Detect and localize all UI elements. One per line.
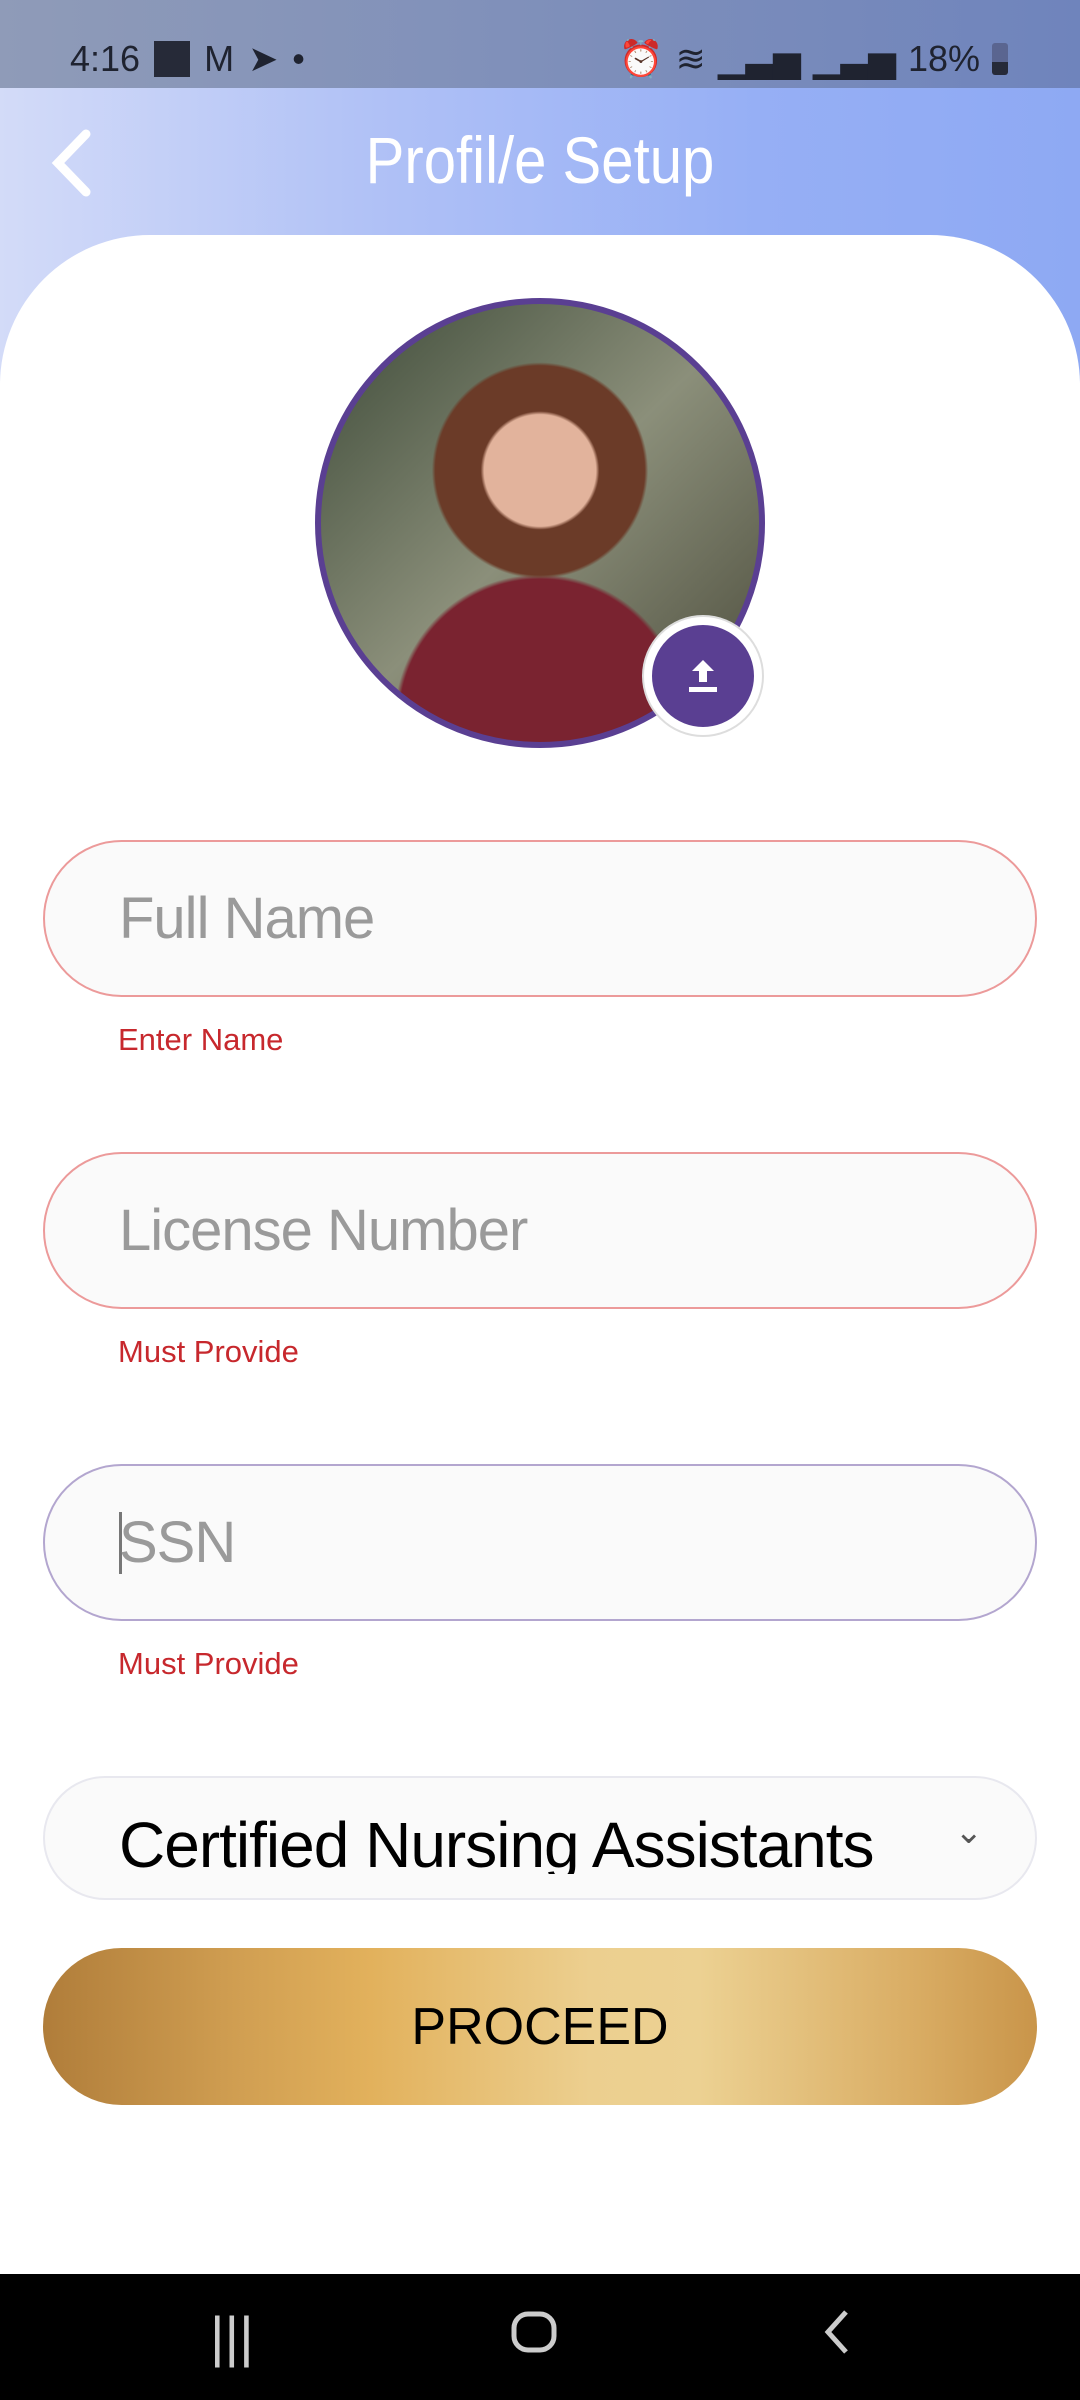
ssn-placeholder: SSN	[119, 1510, 236, 1575]
role-dropdown[interactable]: Certified Nursing Assistants ⌄	[43, 1776, 1037, 1900]
navigation-bar: |||	[0, 2274, 1080, 2400]
telegram-icon: ➤	[248, 38, 279, 79]
license-error: Must Provide	[118, 1334, 299, 1369]
upload-photo-button[interactable]	[644, 617, 762, 735]
ssn-input[interactable]: SSN	[43, 1464, 1037, 1621]
license-placeholder: License Number	[119, 1198, 528, 1263]
battery-percent: 18%	[907, 38, 980, 79]
proceed-button[interactable]: PROCEED	[43, 1948, 1037, 2105]
ssn-error: Must Provide	[118, 1646, 299, 1681]
signal-icon: ▁▃▅	[812, 38, 896, 79]
full-name-placeholder: Full Name	[119, 886, 375, 951]
battery-icon	[992, 43, 1008, 75]
signal-icon: ▁▃▅	[717, 38, 801, 79]
wifi-icon: ≋	[675, 38, 706, 79]
status-time: 4:16	[70, 38, 141, 79]
full-name-input[interactable]: Full Name	[43, 840, 1037, 997]
status-bar: 4:16 M ➤ • ⏰ ≋ ▁▃▅ ▁▃▅ 18%	[0, 0, 1080, 88]
upload-icon	[689, 660, 717, 692]
chevron-down-icon: ⌄	[954, 1813, 984, 1851]
recent-apps-icon[interactable]: |||	[210, 2304, 254, 2369]
notification-square-icon	[154, 41, 191, 77]
full-name-error: Enter Name	[118, 1022, 284, 1057]
back-icon[interactable]	[822, 2304, 852, 2369]
alarm-icon: ⏰	[618, 38, 664, 79]
role-selected: Certified Nursing Assistants	[119, 1809, 874, 1874]
license-number-input[interactable]: License Number	[43, 1152, 1037, 1309]
gmail-icon: M	[204, 38, 235, 79]
page-title: Profil/e Setup	[365, 123, 715, 197]
dot-icon: •	[292, 38, 305, 79]
home-icon[interactable]	[510, 2304, 558, 2369]
